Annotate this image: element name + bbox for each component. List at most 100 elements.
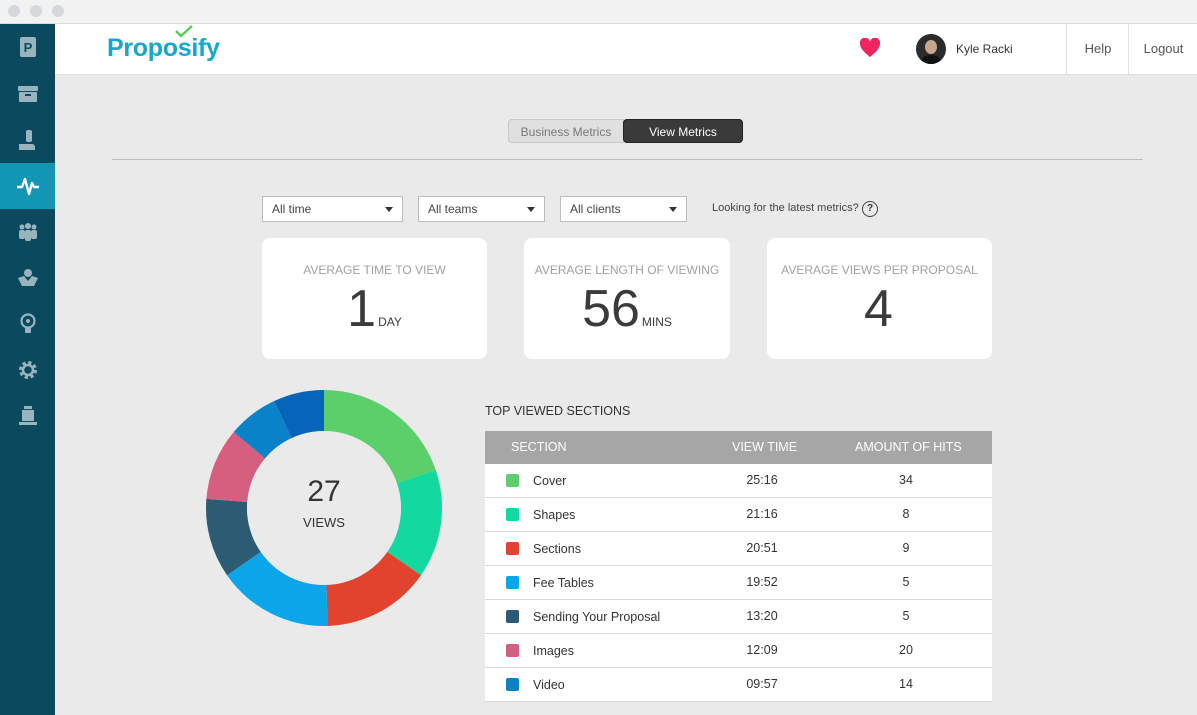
- section-name: Fee Tables: [533, 576, 594, 590]
- color-swatch: [506, 542, 519, 555]
- top-sections-table: SECTION VIEW TIME AMOUNT OF HITS Cover 25…: [485, 431, 992, 702]
- proposify-p-icon: P: [19, 37, 36, 57]
- divider: [112, 159, 1143, 160]
- section-name: Images: [533, 644, 574, 658]
- proposify-logo[interactable]: Proposify: [107, 25, 220, 63]
- col-header-view-time[interactable]: VIEW TIME: [732, 440, 797, 454]
- clients-icon: [17, 269, 38, 286]
- stat-value-wrap: 56 MINS: [524, 279, 730, 339]
- sidebar-item-settings[interactable]: [0, 347, 55, 393]
- table-title: TOP VIEWED SECTIONS: [485, 404, 631, 418]
- tab-view-metrics[interactable]: View Metrics: [623, 119, 743, 143]
- templates-icon: [18, 406, 37, 425]
- logout-link[interactable]: Logout: [1128, 24, 1197, 74]
- stat-value: 56: [582, 280, 640, 338]
- sidebar-item-templates[interactable]: [0, 393, 55, 439]
- stat-unit: MINS: [641, 315, 672, 329]
- view-time: 21:16: [746, 507, 778, 521]
- stat-card-time-to-view: AVERAGE TIME TO VIEW 1 DAY: [262, 238, 487, 359]
- settings-gear-icon: [18, 361, 37, 379]
- stat-label: AVERAGE LENGTH OF VIEWING: [534, 263, 720, 277]
- latest-metrics-text: Looking for the latest metrics?: [712, 202, 859, 214]
- table-row[interactable]: Fee Tables 19:52 5: [485, 566, 992, 600]
- color-swatch: [506, 644, 519, 657]
- view-time: 19:52: [746, 575, 778, 589]
- hit-count: 14: [899, 677, 913, 691]
- color-swatch: [506, 474, 519, 487]
- sidebar-item-metrics[interactable]: [0, 163, 55, 209]
- clients-filter-select[interactable]: All clients: [560, 196, 687, 222]
- stat-card-views-per-proposal: AVERAGE VIEWS PER PROPOSAL 4: [767, 238, 992, 359]
- svg-text:P: P: [23, 40, 32, 55]
- archive-icon: [17, 86, 38, 102]
- views-donut-chart: [206, 390, 442, 626]
- chevron-down-icon: [385, 207, 393, 212]
- view-time: 09:57: [746, 677, 778, 691]
- window-close-dot[interactable]: [8, 5, 20, 17]
- stat-label: AVERAGE TIME TO VIEW: [303, 263, 446, 277]
- stat-unit: DAY: [378, 315, 402, 329]
- time-filter-value: All time: [272, 202, 312, 216]
- col-header-section[interactable]: SECTION: [511, 440, 567, 454]
- sidebar-item-ideas[interactable]: [0, 301, 55, 347]
- table-row[interactable]: Cover 25:16 34: [485, 464, 992, 498]
- table-row[interactable]: Shapes 21:16 8: [485, 498, 992, 532]
- hit-count: 5: [902, 575, 910, 589]
- chevron-down-icon: [669, 207, 677, 212]
- view-time: 20:51: [746, 541, 778, 555]
- sidebar-item-pipeline[interactable]: [0, 117, 55, 163]
- teams-filter-value: All teams: [428, 202, 478, 216]
- sidebar-item-clients[interactable]: [0, 255, 55, 301]
- color-swatch: [506, 610, 519, 623]
- donut-hole: [247, 431, 401, 585]
- help-link[interactable]: Help: [1066, 24, 1129, 74]
- section-name: Video: [533, 678, 565, 692]
- hit-count: 20: [899, 643, 913, 657]
- top-header: Proposify Kyle Racki Help Logout: [55, 24, 1197, 75]
- stat-value-wrap: 4: [767, 279, 992, 339]
- avatar-shirt: [920, 55, 942, 64]
- table-row[interactable]: Images 12:09 20: [485, 634, 992, 668]
- logo-check-icon: [175, 25, 193, 38]
- time-filter-select[interactable]: All time: [262, 196, 403, 222]
- stat-value: 1: [347, 280, 377, 338]
- avatar[interactable]: [916, 34, 946, 64]
- table-body: Cover 25:16 34 Shapes 21:16 8 Sections 20:51 9 Fe…: [485, 464, 992, 702]
- section-name: Cover: [533, 474, 567, 488]
- logo-text: Proposify: [107, 34, 220, 62]
- user-name[interactable]: Kyle Racki: [956, 42, 1013, 56]
- metrics-pulse-icon: [16, 177, 39, 196]
- col-header-hits[interactable]: AMOUNT OF HITS: [855, 440, 962, 454]
- hit-count: 5: [902, 609, 910, 623]
- tab-business-metrics[interactable]: Business Metrics: [508, 119, 624, 143]
- stat-value-wrap: 1 DAY: [262, 279, 487, 339]
- table-row[interactable]: Video 09:57 14: [485, 668, 992, 702]
- table-header: SECTION VIEW TIME AMOUNT OF HITS: [485, 431, 992, 464]
- window-zoom-dot[interactable]: [52, 5, 64, 17]
- table-row[interactable]: Sections 20:51 9: [485, 532, 992, 566]
- sidebar: P: [0, 24, 55, 715]
- hit-count: 34: [899, 473, 913, 487]
- section-name: Shapes: [533, 508, 576, 522]
- table-row[interactable]: Sending Your Proposal 13:20 5: [485, 600, 992, 634]
- window-minimize-dot[interactable]: [30, 5, 42, 17]
- avatar-face: [925, 40, 937, 54]
- view-time: 25:16: [746, 473, 778, 487]
- sidebar-item-proposals[interactable]: P: [0, 24, 55, 70]
- window-titlebar: [0, 0, 1197, 24]
- section-name: Sending Your Proposal: [533, 610, 661, 624]
- chevron-down-icon: [527, 207, 535, 212]
- lightbulb-icon: [19, 313, 36, 333]
- sidebar-item-team[interactable]: [0, 209, 55, 255]
- heart-icon[interactable]: [859, 38, 881, 58]
- stat-card-length-of-viewing: AVERAGE LENGTH OF VIEWING 56 MINS: [524, 238, 730, 359]
- stat-label: AVERAGE VIEWS PER PROPOSAL: [781, 263, 978, 277]
- help-question-icon[interactable]: ?: [862, 201, 878, 217]
- teams-filter-select[interactable]: All teams: [418, 196, 545, 222]
- clients-filter-value: All clients: [570, 202, 621, 216]
- sidebar-item-archive[interactable]: [0, 71, 55, 117]
- color-swatch: [506, 576, 519, 589]
- stat-value: 4: [864, 280, 893, 338]
- view-time: 13:20: [746, 609, 778, 623]
- view-time: 12:09: [746, 643, 778, 657]
